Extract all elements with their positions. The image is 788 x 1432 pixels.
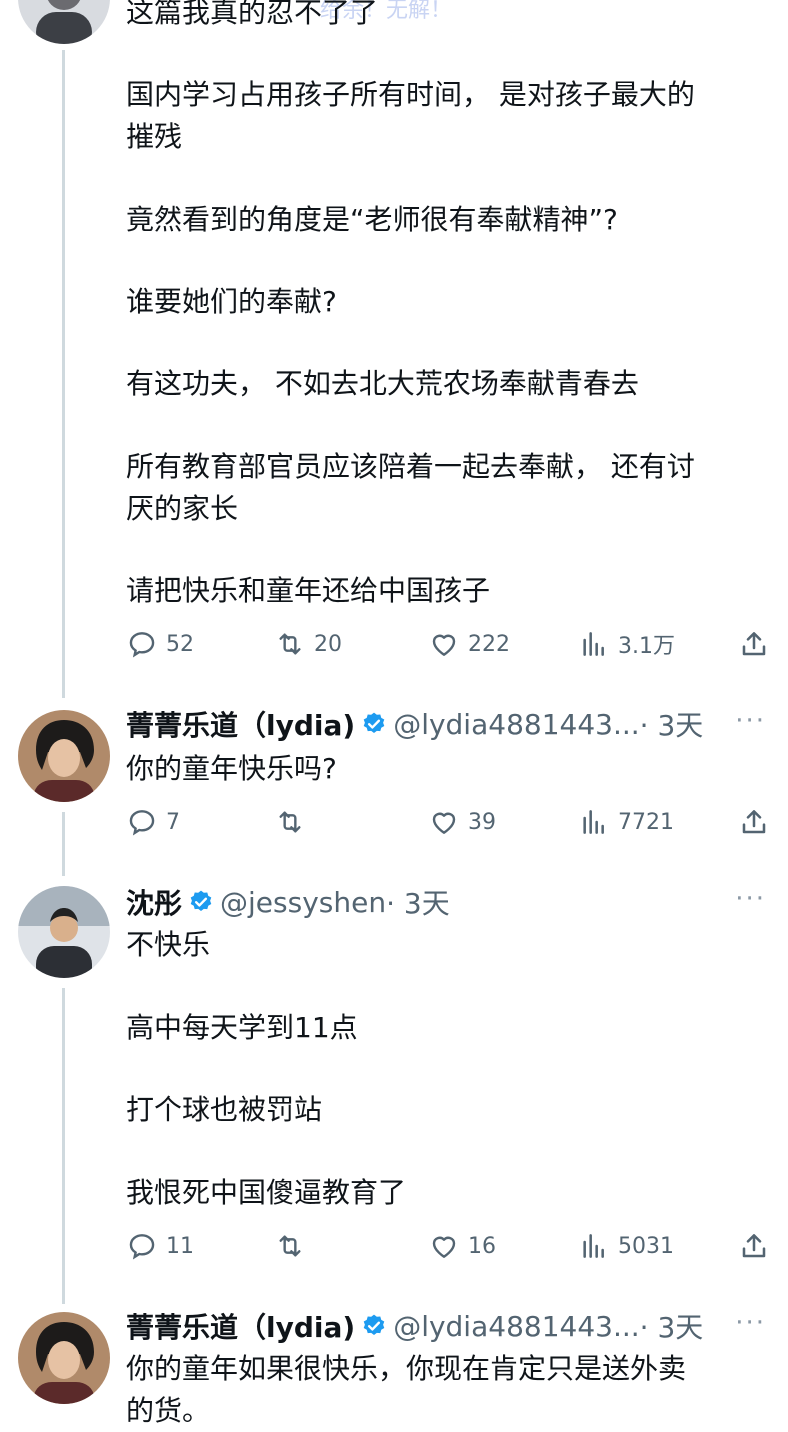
like-count: 39 <box>468 809 496 835</box>
tweet-text-line: 所有教育部官员应该陪着一起去奉献， 还有讨 <box>126 450 695 483</box>
tweet-text-line: 这篇我真的忍不了了 <box>126 0 379 29</box>
retweet-count: 20 <box>314 631 342 657</box>
tweet-text-line: 不快乐 <box>126 928 211 961</box>
tweet-text-line: 厌的家长 <box>126 492 239 525</box>
reply-count: 52 <box>166 631 194 657</box>
retweet-button[interactable] <box>274 1230 314 1262</box>
share-icon <box>738 806 770 838</box>
share-button[interactable] <box>738 628 770 660</box>
reply-icon <box>126 806 158 838</box>
views-button[interactable]: 3.1万 <box>578 628 675 660</box>
views-icon <box>578 806 610 838</box>
heart-icon <box>428 806 460 838</box>
tweet-text-line: 高中每天学到11点 <box>126 1011 358 1044</box>
verified-badge-icon <box>361 1313 387 1339</box>
avatar[interactable] <box>18 1312 110 1404</box>
thread-line <box>62 988 65 1304</box>
timestamp[interactable]: · 3天 <box>640 1306 704 1346</box>
reply-button[interactable]: 7 <box>126 806 180 838</box>
timestamp[interactable]: · 3天 <box>640 704 704 744</box>
tweet-text-line: 有这功夫， 不如去北大荒农场奉献青春去 <box>126 367 639 400</box>
views-button[interactable]: 5031 <box>578 1230 674 1262</box>
tweet-text-line: 你的童年快乐吗? <box>126 752 337 785</box>
like-count: 16 <box>468 1233 496 1259</box>
like-button[interactable]: 16 <box>428 1230 496 1262</box>
views-count: 7721 <box>618 809 674 835</box>
user-handle[interactable]: @jessyshen <box>220 886 386 919</box>
retweet-icon <box>274 806 306 838</box>
reply-button[interactable]: 52 <box>126 628 194 660</box>
display-name[interactable]: 菁菁乐道（lydia) <box>126 1306 355 1346</box>
reply-count: 7 <box>166 809 180 835</box>
avatar[interactable] <box>18 710 110 802</box>
share-icon <box>738 628 770 660</box>
user-handle[interactable]: @lydia4881443... <box>393 708 639 741</box>
tweet-text-line: 我恨死中国傻逼教育了 <box>126 1176 407 1209</box>
retweet-icon <box>274 1230 306 1262</box>
tweet-header: 菁菁乐道（lydia) @lydia4881443... · 3天 <box>126 1304 703 1348</box>
verified-badge-icon <box>361 711 387 737</box>
like-count: 222 <box>468 631 510 657</box>
tweet-header: 菁菁乐道（lydia) @lydia4881443... · 3天 <box>126 702 703 746</box>
like-button[interactable]: 39 <box>428 806 496 838</box>
heart-icon <box>428 1230 460 1262</box>
display-name[interactable]: 沈彤 <box>126 882 182 922</box>
reply-icon <box>126 1230 158 1262</box>
tweet-header: 沈彤 @jessyshen · 3天 <box>126 880 450 924</box>
share-button[interactable] <box>738 806 770 838</box>
tweet-text-line: 请把快乐和童年还给中国孩子 <box>126 574 491 607</box>
share-button[interactable] <box>738 1230 770 1262</box>
tweet-text-line: 摧残 <box>126 120 183 153</box>
retweet-button[interactable] <box>274 806 314 838</box>
user-handle[interactable]: @lydia4881443... <box>393 1310 639 1343</box>
tweet-text-line: 你的童年如果很快乐，你现在肯定只是送外卖 <box>126 1352 687 1385</box>
tweet-actions: 52 20 222 3.1万 <box>126 624 770 664</box>
views-count: 3.1万 <box>618 634 675 659</box>
timestamp[interactable]: · 3天 <box>386 882 450 922</box>
views-icon <box>578 1230 610 1262</box>
tweet-actions: 11 16 5031 <box>126 1226 770 1266</box>
more-options-icon[interactable]: ··· <box>735 1308 766 1338</box>
avatar[interactable] <box>18 0 110 44</box>
retweet-icon <box>274 628 306 660</box>
avatar[interactable] <box>18 886 110 978</box>
verified-badge-icon <box>188 889 214 915</box>
thread-line <box>62 812 65 876</box>
tweet-text-line: 的货。 <box>126 1394 211 1427</box>
tweet-text-line: 打个球也被罚站 <box>126 1093 323 1126</box>
reply-count: 11 <box>166 1233 194 1259</box>
reply-button[interactable]: 11 <box>126 1230 194 1262</box>
views-button[interactable]: 7721 <box>578 806 674 838</box>
thread-line <box>62 50 65 698</box>
tweet-actions: 7 39 7721 <box>126 802 770 842</box>
heart-icon <box>428 628 460 660</box>
views-count: 5031 <box>618 1233 674 1259</box>
views-icon <box>578 628 610 660</box>
like-button[interactable]: 222 <box>428 628 510 660</box>
tweet-text-line: 谁要她们的奉献? <box>126 285 337 318</box>
tweet-text-line: 国内学习占用孩子所有时间， 是对孩子最大的 <box>126 78 695 111</box>
more-options-icon[interactable]: ··· <box>735 884 766 914</box>
retweet-button[interactable]: 20 <box>274 628 342 660</box>
more-options-icon[interactable]: ··· <box>735 706 766 736</box>
tweet-text-line: 竟然看到的角度是“老师很有奉献精神”? <box>126 203 618 236</box>
reply-icon <box>126 628 158 660</box>
display-name[interactable]: 菁菁乐道（lydia) <box>126 704 355 744</box>
share-icon <box>738 1230 770 1262</box>
